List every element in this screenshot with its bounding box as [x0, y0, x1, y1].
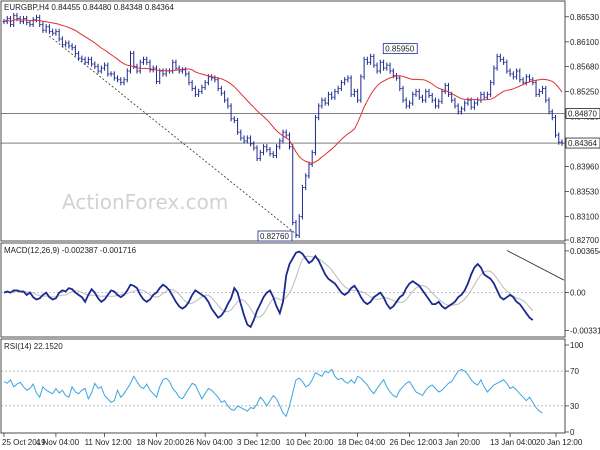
price-annotations: 0.85950 0.82760 0.84870 0.84364 — [257, 43, 600, 242]
time-tick-label: 10 Dec 20:00 — [286, 438, 334, 447]
price-axis: 0.865300.861000.856800.852500.848200.843… — [565, 13, 599, 245]
macd-lines — [3, 250, 565, 329]
price-tick-label: 0.85680 — [570, 62, 599, 71]
macd-axis: 0.003654 0.00 -0.003314 — [565, 247, 600, 335]
macd-tick-label: 0.003654 — [570, 247, 600, 256]
annotation-low: 0.82760 — [260, 232, 289, 241]
watermark: ActionForex.com — [62, 190, 228, 214]
price-tick-label: 0.86530 — [570, 13, 599, 22]
time-tick-label: 18 Dec 04:00 — [338, 438, 386, 447]
rsi-tick-label: 100 — [570, 341, 584, 350]
macd-panel-frame — [0, 242, 566, 338]
macd-line — [3, 250, 534, 329]
price-tick-label: 0.86100 — [570, 38, 599, 47]
price-tick-label: 0.82700 — [570, 236, 599, 245]
time-tick-label: 4 Nov 04:00 — [36, 438, 80, 447]
price-panel-title: EURGBP,H4 0.84455 0.84480 0.84348 0.8436… — [4, 3, 174, 12]
time-tick-label: 3 Jan 20:00 — [438, 438, 480, 447]
time-axis: 25 Oct 20194 Nov 04:00 11 Nov 12:00 18 Nov… — [2, 433, 583, 447]
rsi-line — [3, 368, 543, 418]
macd-tick-label: 0.00 — [570, 289, 586, 298]
level-label-1: 0.84364 — [568, 139, 597, 148]
macd-tick-label: -0.003314 — [570, 326, 600, 335]
macd-panel-title: MACD(12,26,9) -0.002387 -0.001716 — [4, 246, 137, 255]
rsi-tick-label: 0 — [570, 428, 575, 437]
time-tick-label: 26 Nov 04:00 — [185, 438, 233, 447]
annotation-high: 0.85950 — [385, 45, 414, 54]
rsi-tick-label: 30 — [570, 402, 579, 411]
rsi-panel-frame — [0, 338, 566, 434]
level-label-0: 0.84870 — [568, 110, 597, 119]
price-tick-label: 0.83530 — [570, 188, 599, 197]
rsi-axis: 100 70 30 0 — [565, 341, 584, 437]
rsi-panel-title: RSI(14) 22.1520 — [4, 342, 63, 351]
time-tick-label: 26 Dec 12:00 — [390, 438, 438, 447]
price-tick-label: 0.83100 — [570, 213, 599, 222]
time-tick-label: 3 Dec 12:00 — [237, 438, 281, 447]
price-tick-label: 0.83960 — [570, 163, 599, 172]
rsi-lines — [3, 368, 543, 418]
time-tick-label: 18 Nov 20:00 — [136, 438, 184, 447]
rsi-tick-label: 70 — [570, 367, 579, 376]
price-tick-label: 0.85250 — [570, 87, 599, 96]
time-tick-label: 13 Jan 04:00 — [490, 438, 537, 447]
macd-signal-line — [3, 255, 534, 318]
forex-chart: ActionForex.com EURGBP,H4 0.84455 0.8448… — [0, 0, 600, 447]
time-tick-label: 20 Jan 12:00 — [536, 438, 583, 447]
macd-trendline — [506, 250, 565, 281]
time-tick-label: 11 Nov 12:00 — [85, 438, 133, 447]
